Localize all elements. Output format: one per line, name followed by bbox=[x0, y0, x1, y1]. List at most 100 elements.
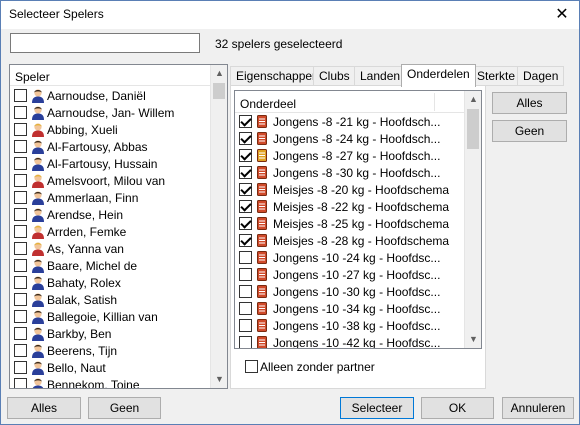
event-list-header[interactable]: Onderdeel bbox=[235, 91, 466, 113]
player-name: Baare, Michel de bbox=[47, 259, 138, 273]
tab-onderdelen[interactable]: Onderdelen bbox=[401, 64, 476, 87]
tab-eigenschappen[interactable]: Eigenschappen bbox=[230, 66, 325, 86]
player-row[interactable]: Ballegoie, Killian van bbox=[10, 308, 210, 325]
player-checkbox[interactable] bbox=[14, 310, 27, 323]
event-row[interactable]: Jongens -8 -27 kg - Hoofdsch... bbox=[235, 147, 466, 164]
player-checkbox[interactable] bbox=[14, 208, 27, 221]
partner-checkbox[interactable] bbox=[245, 360, 258, 373]
player-row[interactable]: Barkby, Ben bbox=[10, 325, 210, 342]
select-button[interactable]: Selecteer bbox=[340, 397, 414, 419]
player-checkbox[interactable] bbox=[14, 378, 27, 388]
event-checkbox[interactable] bbox=[239, 132, 252, 145]
close-button[interactable]: ✕ bbox=[551, 4, 573, 26]
player-row[interactable]: Amelsvoort, Milou van bbox=[10, 172, 210, 189]
event-checkbox[interactable] bbox=[239, 183, 252, 196]
event-checkbox[interactable] bbox=[239, 319, 252, 332]
events-select-all-button[interactable]: Alles bbox=[492, 92, 567, 114]
player-checkbox[interactable] bbox=[14, 327, 27, 340]
player-name: Arendse, Hein bbox=[47, 208, 124, 222]
scroll-up-arrow-icon[interactable]: ▲ bbox=[465, 91, 481, 108]
player-list-header[interactable]: Speler bbox=[10, 65, 210, 86]
tab-landen[interactable]: Landen bbox=[354, 66, 407, 86]
player-checkbox[interactable] bbox=[14, 259, 27, 272]
player-row[interactable]: Arendse, Hein bbox=[10, 206, 210, 223]
scroll-thumb[interactable] bbox=[467, 109, 479, 149]
event-row[interactable]: Meisjes -8 -20 kg - Hoofdschema bbox=[235, 181, 466, 198]
player-checkbox[interactable] bbox=[14, 293, 27, 306]
event-row[interactable]: Jongens -10 -42 kg - Hoofdsc... bbox=[235, 334, 466, 348]
player-list-scrollbar[interactable]: ▲ ▼ bbox=[210, 65, 227, 388]
player-row[interactable]: Aarnoudse, Jan- Willem bbox=[10, 104, 210, 121]
player-checkbox[interactable] bbox=[14, 191, 27, 204]
event-row[interactable]: Meisjes -8 -22 kg - Hoofdschema bbox=[235, 198, 466, 215]
cancel-button[interactable]: Annuleren bbox=[502, 397, 574, 419]
event-row[interactable]: Meisjes -8 -25 kg - Hoofdschema bbox=[235, 215, 466, 232]
player-checkbox[interactable] bbox=[14, 174, 27, 187]
player-row[interactable]: Aarnoudse, Daniël bbox=[10, 87, 210, 104]
player-row[interactable]: Beerens, Tijn bbox=[10, 342, 210, 359]
player-row[interactable]: Bahaty, Rolex bbox=[10, 274, 210, 291]
players-select-none-button[interactable]: Geen bbox=[88, 397, 161, 419]
event-checkbox[interactable] bbox=[239, 200, 252, 213]
event-row[interactable]: Jongens -10 -34 kg - Hoofdsc... bbox=[235, 300, 466, 317]
event-row[interactable]: Meisjes -8 -28 kg - Hoofdschema bbox=[235, 232, 466, 249]
male-player-icon bbox=[30, 274, 46, 290]
tab-panel-onderdelen: Onderdeel Jongens -8 -21 kg - Hoofdsch..… bbox=[230, 85, 486, 389]
player-row[interactable]: Abbing, Xueli bbox=[10, 121, 210, 138]
player-row[interactable]: Balak, Satish bbox=[10, 291, 210, 308]
event-row[interactable]: Jongens -10 -30 kg - Hoofdsc... bbox=[235, 283, 466, 300]
event-checkbox[interactable] bbox=[239, 268, 252, 281]
player-row[interactable]: Al-Fartousy, Hussain bbox=[10, 155, 210, 172]
event-checkbox[interactable] bbox=[239, 336, 252, 348]
event-checkbox[interactable] bbox=[239, 115, 252, 128]
scroll-down-arrow-icon[interactable]: ▼ bbox=[211, 371, 227, 388]
players-select-all-button[interactable]: Alles bbox=[7, 397, 81, 419]
scroll-thumb[interactable] bbox=[213, 83, 225, 99]
event-checkbox[interactable] bbox=[239, 149, 252, 162]
event-list-scrollbar[interactable]: ▲ ▼ bbox=[464, 91, 481, 348]
player-row[interactable]: Bello, Naut bbox=[10, 359, 210, 376]
player-checkbox[interactable] bbox=[14, 276, 27, 289]
event-checkbox[interactable] bbox=[239, 251, 252, 264]
scroll-up-arrow-icon[interactable]: ▲ bbox=[211, 65, 227, 82]
event-checkbox[interactable] bbox=[239, 166, 252, 179]
player-checkbox[interactable] bbox=[14, 106, 27, 119]
player-checkbox[interactable] bbox=[14, 140, 27, 153]
event-row[interactable]: Jongens -8 -21 kg - Hoofdsch... bbox=[235, 113, 466, 130]
player-name: Balak, Satish bbox=[47, 293, 118, 307]
events-select-none-button[interactable]: Geen bbox=[492, 120, 567, 142]
event-row[interactable]: Jongens -10 -38 kg - Hoofdsc... bbox=[235, 317, 466, 334]
player-checkbox[interactable] bbox=[14, 361, 27, 374]
scroll-down-arrow-icon[interactable]: ▼ bbox=[465, 331, 481, 348]
player-checkbox[interactable] bbox=[14, 344, 27, 357]
player-checkbox[interactable] bbox=[14, 242, 27, 255]
search-input[interactable] bbox=[10, 33, 200, 53]
player-checkbox[interactable] bbox=[14, 225, 27, 238]
event-row[interactable]: Jongens -8 -24 kg - Hoofdsch... bbox=[235, 130, 466, 147]
event-list[interactable]: Onderdeel Jongens -8 -21 kg - Hoofdsch..… bbox=[234, 90, 482, 349]
player-row[interactable]: Baare, Michel de bbox=[10, 257, 210, 274]
player-checkbox[interactable] bbox=[14, 157, 27, 170]
event-row[interactable]: Jongens -10 -24 kg - Hoofdsc... bbox=[235, 249, 466, 266]
title-bar: Selecteer Spelers ✕ bbox=[1, 1, 579, 29]
tab-clubs[interactable]: Clubs bbox=[313, 66, 356, 86]
event-row[interactable]: Jongens -8 -30 kg - Hoofdsch... bbox=[235, 164, 466, 181]
ok-button[interactable]: OK bbox=[421, 397, 494, 419]
column-separator[interactable] bbox=[434, 93, 435, 111]
player-row[interactable]: Bennekom, Toine bbox=[10, 376, 210, 388]
tab-sterkte[interactable]: Sterkte bbox=[471, 66, 522, 86]
bracket-icon bbox=[257, 166, 267, 179]
player-row[interactable]: As, Yanna van bbox=[10, 240, 210, 257]
tab-dagen[interactable]: Dagen bbox=[517, 66, 565, 86]
player-row[interactable]: Arrden, Femke bbox=[10, 223, 210, 240]
event-checkbox[interactable] bbox=[239, 217, 252, 230]
event-checkbox[interactable] bbox=[239, 302, 252, 315]
event-checkbox[interactable] bbox=[239, 285, 252, 298]
player-row[interactable]: Ammerlaan, Finn bbox=[10, 189, 210, 206]
player-checkbox[interactable] bbox=[14, 123, 27, 136]
player-list[interactable]: Speler Aarnoudse, Daniël Aarnoudse, Jan- … bbox=[9, 64, 228, 389]
event-row[interactable]: Jongens -10 -27 kg - Hoofdsc... bbox=[235, 266, 466, 283]
player-checkbox[interactable] bbox=[14, 89, 27, 102]
event-checkbox[interactable] bbox=[239, 234, 252, 247]
player-row[interactable]: Al-Fartousy, Abbas bbox=[10, 138, 210, 155]
